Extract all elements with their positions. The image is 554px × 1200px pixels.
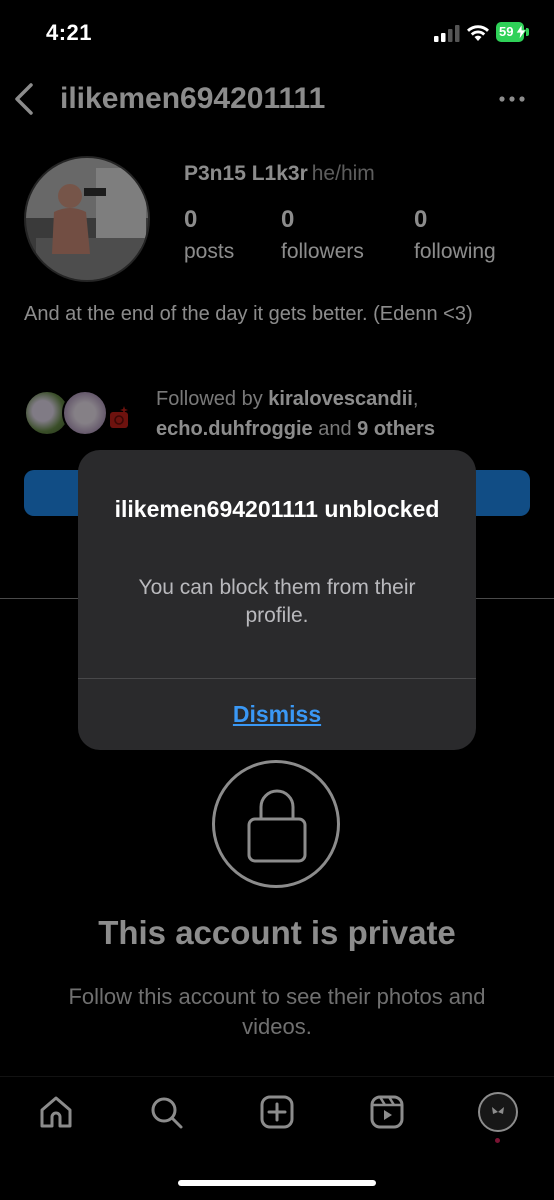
- battery-icon: 59: [496, 22, 532, 44]
- status-time: 4:21: [46, 20, 93, 45]
- wifi-icon: [467, 25, 489, 41]
- dismiss-button[interactable]: Dismiss: [78, 679, 476, 750]
- charging-bolt-icon: [516, 24, 526, 40]
- home-indicator[interactable]: [178, 1180, 376, 1186]
- signal-icon: [434, 25, 460, 42]
- unblocked-alert: ilikemen694201111 unblocked You can bloc…: [78, 450, 476, 750]
- alert-title: ilikemen694201111 unblocked: [114, 496, 440, 522]
- status-bar: 4:21 59: [0, 0, 554, 64]
- alert-message: You can block them from their profile.: [138, 576, 416, 627]
- screen: 4:21 59 ilikemen694201111 P3n15 L1k3r he…: [0, 0, 554, 1200]
